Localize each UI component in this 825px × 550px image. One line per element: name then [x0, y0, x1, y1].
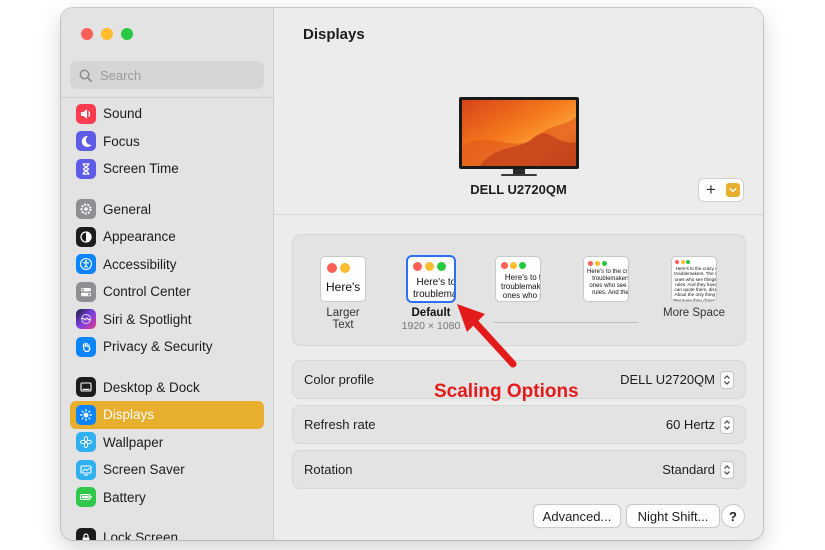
- display-name: DELL U2720QM: [470, 182, 567, 197]
- sidebar-item-accessibility[interactable]: Accessibility: [70, 251, 264, 279]
- rotation-value[interactable]: Standard: [662, 462, 715, 477]
- scale-option-label: More Space: [662, 307, 725, 319]
- sidebar-item-label: Lock Screen: [103, 530, 179, 540]
- sidebar-item-label: Focus: [103, 133, 140, 149]
- sidebar-item-appearance[interactable]: Appearance: [70, 223, 264, 251]
- scale-thumbnail[interactable]: Here's to the troublemakers: [408, 257, 454, 301]
- sidebar-item-screen-time[interactable]: Screen Time: [70, 155, 264, 183]
- window-controls: [81, 28, 133, 40]
- night-shift-button[interactable]: Night Shift...: [627, 505, 719, 527]
- thumbnail-sample-text: Here's to the crazy one troublemakers. T…: [674, 266, 716, 301]
- thumbnail-sample-text: Here's to the troublemakers. ones who se…: [501, 273, 540, 301]
- switches-icon: [76, 281, 96, 302]
- sidebar-item-label: General: [103, 201, 152, 217]
- hourglass-icon: [76, 158, 96, 179]
- rotation-row[interactable]: Rotation Standard: [293, 451, 745, 488]
- screensaver-icon: [76, 459, 96, 480]
- close-window-button[interactable]: [81, 28, 93, 40]
- appearance-icon: [76, 226, 96, 247]
- help-button[interactable]: ?: [722, 505, 744, 527]
- sidebar-item-privacy-security[interactable]: Privacy & Security: [70, 333, 264, 361]
- siri-icon: [76, 309, 96, 330]
- monitor-icon[interactable]: [459, 97, 579, 177]
- scale-thumbnail[interactable]: Here's to the troublemakers. ones who se…: [496, 257, 540, 301]
- scale-thumbnail[interactable]: Here's: [321, 257, 365, 301]
- annotation-label: Scaling Options: [434, 381, 579, 402]
- page-title: Displays: [303, 26, 365, 43]
- sidebar-item-label: Displays: [103, 407, 155, 423]
- rotation-label: Rotation: [304, 462, 353, 477]
- lock-icon: [76, 527, 96, 540]
- sidebar-item-control-center[interactable]: Control Center: [70, 278, 264, 306]
- refresh-rate-label: Refresh rate: [304, 417, 376, 432]
- advanced-button[interactable]: Advanced...: [534, 505, 620, 527]
- annotation-arrow: [457, 304, 517, 368]
- scale-option-larger-text[interactable]: Here's Larger Text: [315, 257, 371, 331]
- scale-option-more-space[interactable]: Here's to the crazy one troublemakers. T…: [659, 257, 729, 319]
- sidebar-item-label: Control Center: [103, 284, 191, 300]
- sidebar-list: Sound Focus Screen Time General Appearan…: [70, 100, 264, 540]
- thumbnail-sample-text: Here's to the troublemakers: [413, 277, 454, 300]
- refresh-rate-row[interactable]: Refresh rate 60 Hertz: [293, 406, 745, 443]
- zoom-window-button[interactable]: [121, 28, 133, 40]
- scale-option-default[interactable]: Here's to the troublemakers Default 1920…: [399, 257, 463, 332]
- plus-icon: +: [706, 180, 716, 199]
- settings-window: Sound Focus Screen Time General: [61, 8, 763, 540]
- search-icon: [79, 69, 92, 82]
- sidebar-item-label: Screen Saver: [103, 462, 185, 478]
- scale-thumbnail[interactable]: Here's to the crazy one troublemakers. T…: [672, 257, 716, 301]
- scale-option-4[interactable]: Here's to the crazy troublemakers. ones …: [583, 257, 629, 307]
- scale-option-resolution: 1920 × 1080: [401, 320, 461, 332]
- sidebar-item-desktop-dock[interactable]: Desktop & Dock: [70, 374, 264, 402]
- sidebar: Sound Focus Screen Time General: [61, 8, 274, 540]
- sidebar-item-label: Wallpaper: [103, 434, 164, 450]
- thumbnail-sample-text: Here's: [326, 280, 361, 294]
- sidebar-item-label: Sound: [103, 106, 143, 122]
- popup-chevrons-icon[interactable]: [721, 416, 733, 433]
- sidebar-item-label: Privacy & Security: [103, 339, 213, 355]
- sidebar-item-label: Accessibility: [103, 256, 177, 272]
- sidebar-item-wallpaper[interactable]: Wallpaper: [70, 429, 264, 457]
- sidebar-item-label: Battery: [103, 489, 146, 505]
- thumbnail-sample-text: Here's to the crazy troublemakers. ones …: [587, 269, 628, 296]
- hand-icon: [76, 336, 96, 357]
- dock-icon: [76, 377, 96, 398]
- sidebar-item-focus[interactable]: Focus: [70, 128, 264, 156]
- display-arrangement-area: Displays DELL U2720QM +: [274, 8, 763, 215]
- battery-icon: [76, 487, 96, 508]
- moon-icon: [76, 131, 96, 152]
- sidebar-item-displays[interactable]: Displays: [70, 401, 264, 429]
- minimize-window-button[interactable]: [101, 28, 113, 40]
- scale-option-label: Larger Text: [326, 307, 360, 331]
- search-input[interactable]: [98, 66, 252, 84]
- sidebar-item-general[interactable]: General: [70, 196, 264, 224]
- add-display-button[interactable]: +: [699, 179, 743, 201]
- color-profile-value[interactable]: DELL U2720QM: [620, 372, 715, 387]
- sun-icon: [76, 404, 96, 425]
- sidebar-item-label: Desktop & Dock: [103, 379, 200, 395]
- sidebar-item-label: Siri & Spotlight: [103, 311, 192, 327]
- sidebar-item-screen-saver[interactable]: Screen Saver: [70, 456, 264, 484]
- sidebar-item-label: Screen Time: [103, 161, 179, 177]
- flower-icon: [76, 432, 96, 453]
- gear-icon: [76, 199, 96, 220]
- color-profile-label: Color profile: [304, 372, 375, 387]
- popup-chevrons-icon[interactable]: [721, 371, 733, 388]
- chevron-down-icon[interactable]: [726, 183, 740, 197]
- scale-option-label: Default: [411, 307, 451, 319]
- scale-thumbnail[interactable]: Here's to the crazy troublemakers. ones …: [584, 257, 628, 301]
- popup-chevrons-icon[interactable]: [721, 461, 733, 478]
- sidebar-divider: [61, 97, 273, 98]
- sidebar-item-label: Appearance: [103, 229, 176, 245]
- sidebar-item-battery[interactable]: Battery: [70, 484, 264, 512]
- accessibility-icon: [76, 254, 96, 275]
- main-pane: Displays DELL U2720QM + Here's Larger Te…: [274, 8, 763, 540]
- refresh-rate-value[interactable]: 60 Hertz: [666, 417, 715, 432]
- sidebar-item-sound[interactable]: Sound: [70, 100, 264, 128]
- sidebar-item-lock-screen[interactable]: Lock Screen: [70, 524, 264, 540]
- search-field[interactable]: [70, 61, 264, 89]
- speaker-icon: [76, 103, 96, 124]
- sidebar-item-siri-spotlight[interactable]: Siri & Spotlight: [70, 306, 264, 334]
